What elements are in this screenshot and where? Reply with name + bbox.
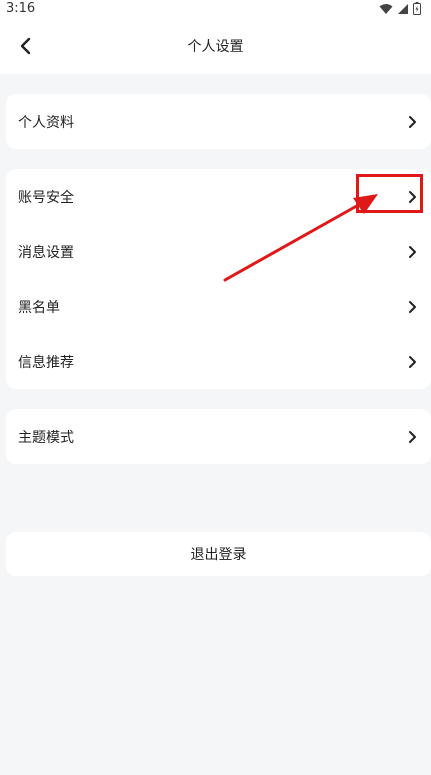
chevron-right-icon: [409, 300, 416, 313]
logout-button[interactable]: 退出登录: [6, 532, 431, 576]
settings-item-recommendation[interactable]: 信息推荐: [6, 334, 431, 389]
status-bar: 3:16: [0, 0, 431, 20]
wifi-icon: [379, 3, 393, 14]
chevron-right-icon: [409, 115, 416, 128]
settings-item-label: 消息设置: [18, 244, 74, 261]
page-title: 个人设置: [187, 39, 244, 55]
settings-group-profile: 个人资料: [6, 94, 431, 149]
battery-icon: [413, 2, 421, 15]
settings-item-account-security[interactable]: 账号安全: [6, 169, 431, 224]
settings-item-blacklist[interactable]: 黑名单: [6, 279, 431, 334]
settings-item-theme-mode[interactable]: 主题模式: [6, 409, 431, 464]
settings-item-label: 信息推荐: [18, 354, 74, 371]
chevron-right-icon: [409, 355, 416, 368]
signal-icon: [398, 3, 408, 14]
settings-item-label: 账号安全: [18, 189, 74, 206]
settings-item-notifications[interactable]: 消息设置: [6, 224, 431, 279]
status-time: 3:16: [6, 1, 36, 16]
nav-header: 个人设置: [0, 20, 431, 74]
chevron-right-icon: [409, 190, 416, 203]
chevron-right-icon: [409, 245, 416, 258]
settings-item-label: 主题模式: [18, 429, 74, 446]
chevron-right-icon: [409, 430, 416, 443]
settings-group-theme: 主题模式: [6, 409, 431, 464]
settings-item-profile[interactable]: 个人资料: [6, 94, 431, 149]
settings-item-label: 个人资料: [18, 114, 74, 131]
settings-item-label: 黑名单: [18, 299, 60, 316]
settings-group-account: 账号安全 消息设置 黑名单 信息推荐: [6, 169, 431, 389]
status-icons: [379, 2, 421, 15]
